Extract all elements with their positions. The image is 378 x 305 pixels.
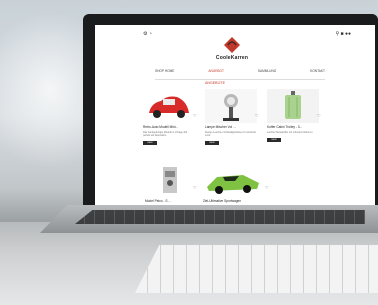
product-title[interactable]: Koffer Cabin Trolley - 3... bbox=[267, 125, 319, 129]
nav-item-kontakt[interactable]: KONTAKT bbox=[310, 69, 325, 77]
main-nav: SHOP HOME ANGEBOT SAMMLUNG KONTAKT bbox=[155, 69, 325, 77]
product-title[interactable]: Model Pelco - S ... bbox=[145, 199, 197, 203]
laptop-keyboard bbox=[75, 210, 365, 224]
external-keyboard bbox=[135, 245, 378, 293]
heart-icon[interactable]: ♡ bbox=[193, 185, 197, 190]
top-left-icons: ⚙ ◔ bbox=[143, 31, 152, 37]
product-title[interactable]: Retro-Auto Modell Mini... bbox=[143, 125, 195, 129]
heart-icon[interactable]: ♡ bbox=[265, 185, 269, 190]
site-logo[interactable]: CooleKarren bbox=[207, 35, 257, 67]
product-title[interactable]: Ziel-Ultimative Sportwagen bbox=[203, 199, 263, 203]
product-more-button[interactable]: MEHR bbox=[205, 141, 219, 145]
product-image-red-car bbox=[143, 89, 195, 123]
nav-item-angebot[interactable]: ANGEBOT bbox=[208, 69, 224, 77]
user-icon[interactable]: ◔ bbox=[149, 31, 152, 37]
brand-name: CooleKarren bbox=[215, 55, 249, 61]
heart-icon[interactable]: ♡ bbox=[193, 113, 197, 118]
section-divider bbox=[155, 79, 325, 80]
product-more-button[interactable]: MEHR bbox=[143, 141, 157, 145]
settings-icon[interactable]: ⚙ bbox=[143, 31, 147, 37]
product-image-suitcase bbox=[267, 89, 319, 123]
heart-icon[interactable]: ♡ bbox=[317, 113, 321, 118]
laptop-photo: ⚙ ◔ ⚲ ■ ●● CooleKarren SHOP HOME ANGEBOT… bbox=[0, 0, 378, 305]
top-right-icons: ⚲ ■ ●● bbox=[335, 31, 351, 37]
search-icon[interactable]: ⚲ bbox=[335, 31, 339, 37]
product-more-button[interactable]: MEHR bbox=[267, 138, 281, 142]
product-image-coffee-machine bbox=[145, 163, 197, 197]
product-image-green-car bbox=[203, 163, 263, 197]
product-card[interactable]: Koffer Cabin Trolley - 3... Leichter Rei… bbox=[267, 89, 319, 142]
product-description: Leichter Reisekoffer mit robustem Rahmen… bbox=[267, 131, 314, 134]
product-description: Das handgefertigte Modell im Vintage-Sti… bbox=[143, 131, 188, 137]
cart-icon[interactable]: ■ bbox=[341, 31, 344, 37]
nav-item-sammlung[interactable]: SAMMLUNG bbox=[258, 69, 276, 77]
nav-item-shop-home[interactable]: SHOP HOME bbox=[155, 69, 174, 77]
product-card[interactable]: Model Pelco - S ... bbox=[145, 163, 197, 203]
section-title: ANGEBOTE bbox=[205, 81, 225, 85]
heart-icon[interactable]: ♡ bbox=[255, 113, 259, 118]
product-card[interactable]: Lampe Mischer Vol ... Design-Leuchte mit… bbox=[205, 89, 257, 145]
logo-emblem-icon bbox=[224, 37, 240, 53]
laptop-screen: ⚙ ◔ ⚲ ■ ●● CooleKarren SHOP HOME ANGEBOT… bbox=[95, 25, 375, 215]
product-image-lamp bbox=[205, 89, 257, 123]
menu-icon[interactable]: ●● bbox=[345, 31, 351, 37]
product-card[interactable]: Retro-Auto Modell Mini... Das handgefert… bbox=[143, 89, 195, 145]
product-title[interactable]: Lampe Mischer Vol ... bbox=[205, 125, 257, 129]
product-card[interactable]: Ziel-Ultimative Sportwagen bbox=[203, 163, 263, 203]
product-description: Design-Leuchte mit Metallgehäuse im Indu… bbox=[205, 131, 257, 137]
